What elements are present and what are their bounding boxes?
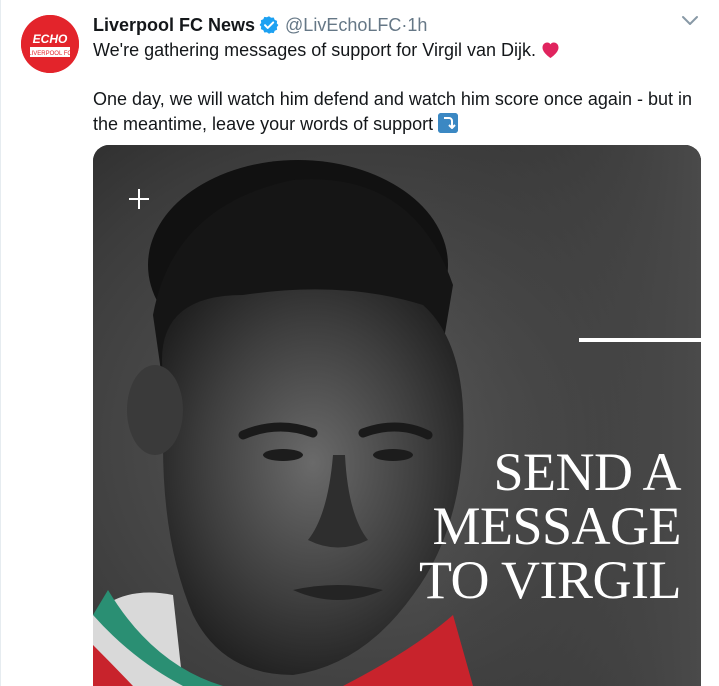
tweet-text-line1: We're gathering messages of support for … [93, 40, 536, 60]
svg-text:LIVERPOOL FC: LIVERPOOL FC [28, 51, 72, 57]
handle[interactable]: @LivEchoLFC [285, 15, 401, 36]
overlay-line-2: MESSAGE [432, 496, 681, 556]
media-overlay-text: SEND A MESSAGE TO VIRGIL [419, 442, 682, 610]
tweet-text: We're gathering messages of support for … [93, 38, 703, 137]
red-heart-icon [541, 41, 560, 59]
display-name[interactable]: Liverpool FC News [93, 15, 255, 36]
arrow-curving-down-icon [438, 113, 459, 133]
svg-text:ECHO: ECHO [33, 32, 68, 46]
avatar[interactable]: ECHO LIVERPOOL FC [21, 15, 79, 73]
chevron-down-icon[interactable] [681, 14, 699, 28]
overlay-line-1: SEND A [493, 442, 681, 502]
verified-badge-icon [259, 15, 279, 35]
tweet-header: Liverpool FC News @LivEchoLFC · 1h [93, 12, 679, 38]
plus-icon [129, 189, 149, 209]
echo-logo: ECHO LIVERPOOL FC [21, 15, 79, 73]
timestamp[interactable]: 1h [407, 15, 427, 36]
overlay-line-3: TO VIRGIL [419, 550, 682, 610]
tweet-media-image[interactable]: SEND A MESSAGE TO VIRGIL [93, 145, 701, 686]
tweet-card[interactable]: ECHO LIVERPOOL FC Liverpool FC News @Liv… [0, 0, 719, 686]
tweet-text-line2: One day, we will watch him defend and wa… [93, 89, 692, 134]
divider-line [579, 338, 701, 342]
